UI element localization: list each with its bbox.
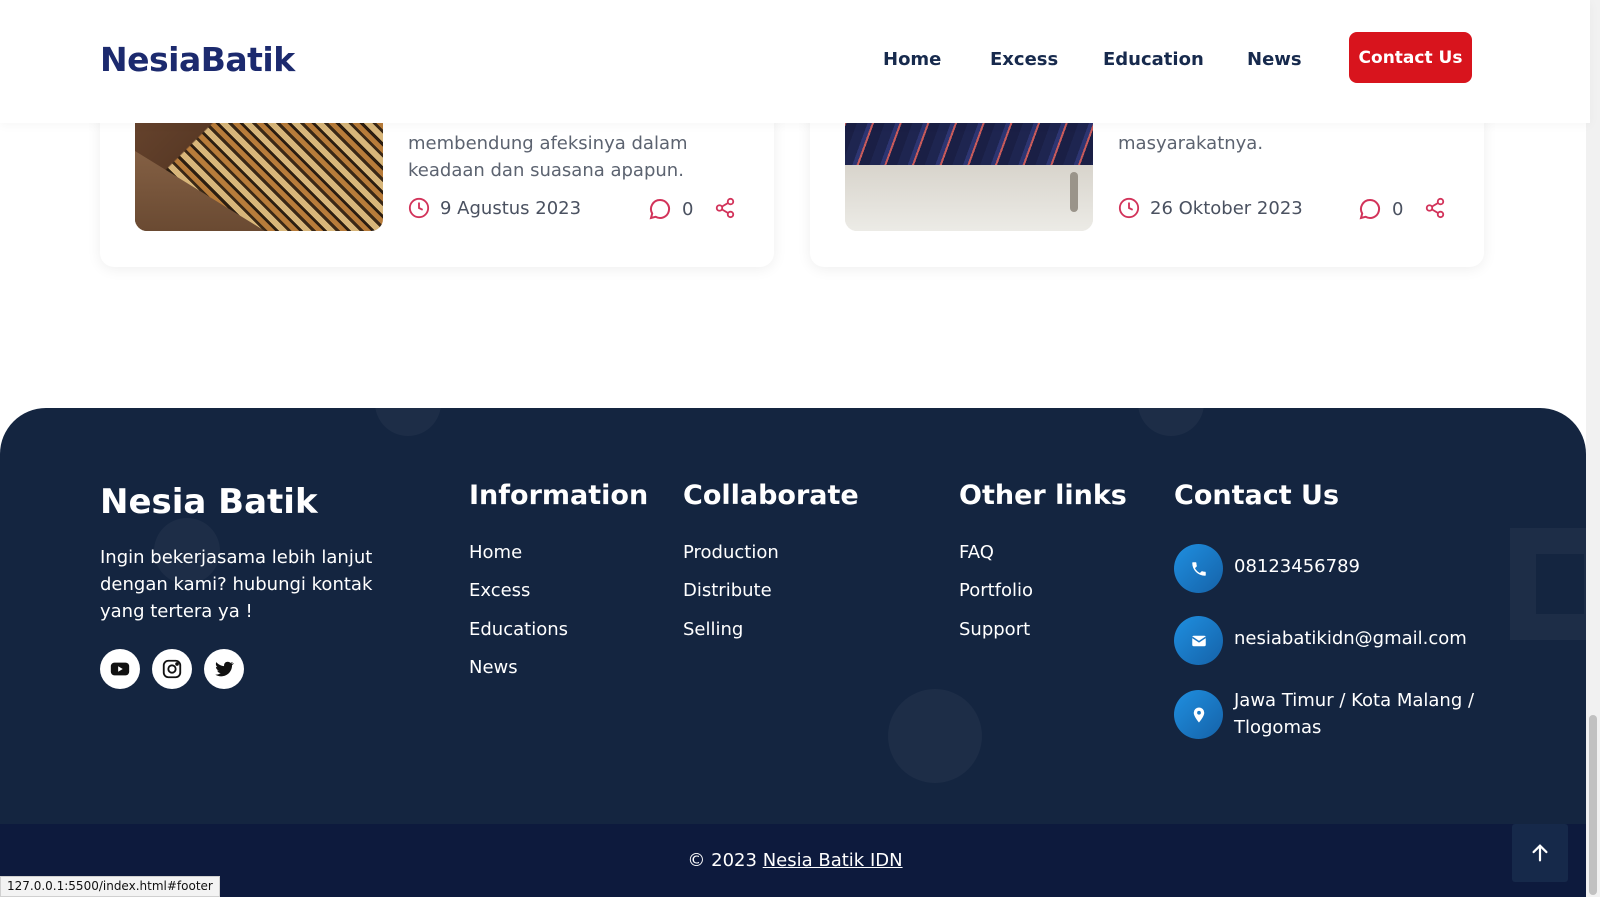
contact-phone[interactable]: 08123456789 — [1234, 553, 1360, 580]
excerpt-line: keadaan dan suasana apapun. — [408, 160, 684, 181]
footer-link-selling[interactable]: Selling — [683, 619, 743, 640]
email-icon — [1191, 635, 1206, 646]
footer-link-support[interactable]: Support — [959, 619, 1030, 640]
news-card-date: 9 Agustus 2023 — [408, 197, 581, 219]
twitter-button[interactable] — [204, 649, 244, 689]
decor-circle — [1138, 408, 1204, 436]
nav-education[interactable]: Education — [1103, 49, 1204, 70]
comment-count: 0 — [682, 198, 694, 220]
location-pin-icon — [1193, 707, 1204, 722]
share-button[interactable] — [714, 197, 736, 219]
footer-link-portfolio[interactable]: Portfolio — [959, 580, 1033, 601]
collaborate-title: Collaborate — [683, 480, 859, 511]
contact-address: Jawa Timur / Kota Malang / Tlogomas — [1234, 690, 1475, 738]
decor-circle — [375, 408, 441, 436]
scrollbar-thumb[interactable] — [1589, 715, 1597, 895]
excerpt-line: masyarakatnya. — [1118, 133, 1264, 154]
status-bar-url: 127.0.0.1:5500/index.html#footer — [0, 876, 220, 897]
copyright-bar: © 2023 Nesia Batik IDN — [0, 824, 1590, 897]
youtube-icon — [110, 662, 130, 676]
news-card-comments[interactable]: 0 — [648, 197, 693, 221]
copyright-text: © 2023 Nesia Batik IDN — [0, 850, 1590, 871]
information-title: Information — [469, 480, 649, 511]
contact-title: Contact Us — [1174, 480, 1340, 511]
phone-icon — [1191, 561, 1206, 576]
footer-link-home[interactable]: Home — [469, 542, 522, 563]
share-icon — [715, 197, 735, 219]
news-card-excerpt: masyarakatnya. — [1118, 130, 1458, 157]
nav-news[interactable]: News — [1247, 49, 1302, 70]
footer-description: Ingin bekerjasama lebih lanjut dengan ka… — [100, 547, 373, 622]
clock-icon — [408, 197, 430, 219]
comment-icon — [649, 198, 671, 220]
nav-home[interactable]: Home — [883, 49, 941, 70]
rod-decoration — [1070, 172, 1078, 212]
footer-link-excess[interactable]: Excess — [469, 580, 530, 601]
arrow-up-icon — [1532, 844, 1548, 862]
site-header: NesiaBatik Home Excess Education News Co… — [0, 0, 1590, 123]
phone-icon-badge — [1174, 544, 1223, 593]
location-icon-badge — [1174, 690, 1223, 739]
share-button[interactable] — [1424, 197, 1446, 219]
wood-surface — [135, 151, 265, 231]
footer-link-distribute[interactable]: Distribute — [683, 580, 772, 601]
date-text: 26 Oktober 2023 — [1150, 197, 1303, 219]
decor-square — [1510, 528, 1586, 640]
news-card-date: 26 Oktober 2023 — [1118, 197, 1303, 219]
footer-link-educations[interactable]: Educations — [469, 619, 568, 640]
back-to-top-button[interactable] — [1512, 824, 1568, 882]
share-icon — [1425, 197, 1445, 219]
date-text: 9 Agustus 2023 — [440, 197, 582, 219]
footer-link-news[interactable]: News — [469, 657, 518, 678]
email-icon-badge — [1174, 616, 1223, 665]
decor-circle — [888, 689, 982, 783]
instagram-icon — [162, 659, 182, 679]
contact-us-button[interactable]: Contact Us — [1349, 32, 1472, 83]
comment-icon — [1359, 198, 1381, 220]
instagram-button[interactable] — [152, 649, 192, 689]
site-logo[interactable]: NesiaBatik — [100, 40, 295, 79]
footer-brand: Nesia Batik — [100, 482, 318, 522]
news-card-comments[interactable]: 0 — [1358, 197, 1403, 221]
news-card-excerpt: membendung afeksinya dalam keadaan dan s… — [408, 130, 748, 184]
footer-link-production[interactable]: Production — [683, 542, 779, 563]
site-footer: Nesia Batik Ingin bekerjasama lebih lanj… — [0, 408, 1586, 838]
youtube-button[interactable] — [100, 649, 140, 689]
excerpt-line: membendung afeksinya dalam — [408, 133, 688, 154]
cloth-surface — [845, 165, 1093, 231]
copyright-link[interactable]: Nesia Batik IDN — [763, 850, 903, 871]
page-scrollbar[interactable] — [1586, 0, 1600, 897]
twitter-icon — [215, 661, 234, 677]
clock-icon — [1118, 197, 1140, 219]
other-links-title: Other links — [959, 480, 1127, 511]
footer-link-faq[interactable]: FAQ — [959, 542, 994, 563]
nav-excess[interactable]: Excess — [990, 49, 1058, 70]
contact-email[interactable]: nesiabatikidn@gmail.com — [1234, 625, 1467, 652]
comment-count: 0 — [1392, 198, 1404, 220]
copyright-prefix: © 2023 — [687, 850, 757, 871]
